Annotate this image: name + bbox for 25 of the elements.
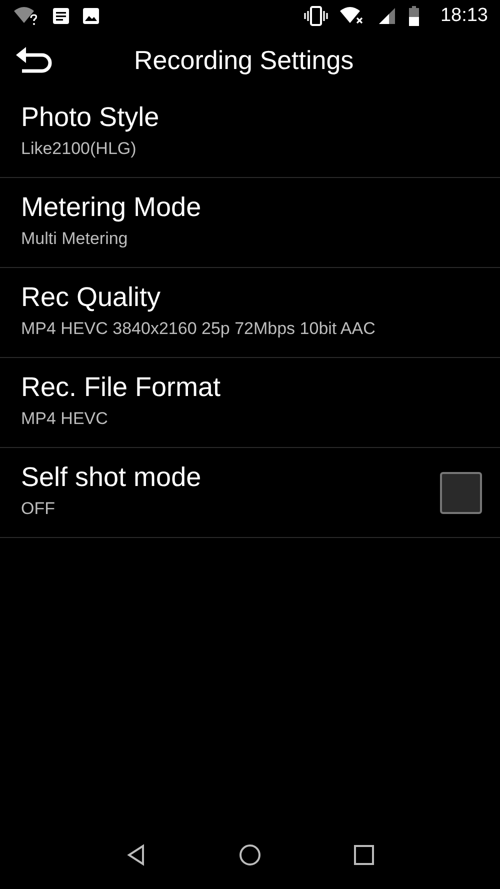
setting-title: Self shot mode <box>21 462 202 493</box>
battery-icon <box>408 6 420 26</box>
setting-value: Like2100(HLG) <box>21 139 138 159</box>
settings-row[interactable]: Rec. File Format MP4 HEVC <box>0 358 500 448</box>
settings-row[interactable]: Metering Mode Multi Metering <box>0 178 500 268</box>
back-button[interactable] <box>16 47 54 73</box>
settings-row[interactable]: Self shot mode OFF <box>0 448 500 538</box>
settings-row[interactable]: Photo Style Like2100(HLG) <box>0 88 500 178</box>
setting-value: MP4 HEVC 3840x2160 25p 72Mbps 10bit AAC <box>21 319 376 339</box>
notes-icon <box>52 7 70 25</box>
wifi-question-icon <box>14 6 40 26</box>
signal-icon <box>378 7 396 25</box>
vibrate-icon <box>304 6 328 26</box>
status-time: 18:13 <box>440 5 488 27</box>
setting-value: MP4 HEVC <box>21 409 109 429</box>
setting-title: Metering Mode <box>21 192 202 223</box>
setting-title: Rec Quality <box>21 282 162 313</box>
settings-row[interactable]: Rec Quality MP4 HEVC 3840x2160 25p 72Mbps 10bit AAC <box>0 268 500 358</box>
setting-title: Rec. File Format <box>21 372 222 403</box>
setting-value: OFF <box>21 499 56 519</box>
screen-title: Recording Settings <box>134 44 354 76</box>
setting-value: Multi Metering <box>21 229 129 249</box>
checkbox[interactable] <box>440 472 482 514</box>
setting-title: Photo Style <box>21 102 160 133</box>
image-icon <box>82 7 100 25</box>
